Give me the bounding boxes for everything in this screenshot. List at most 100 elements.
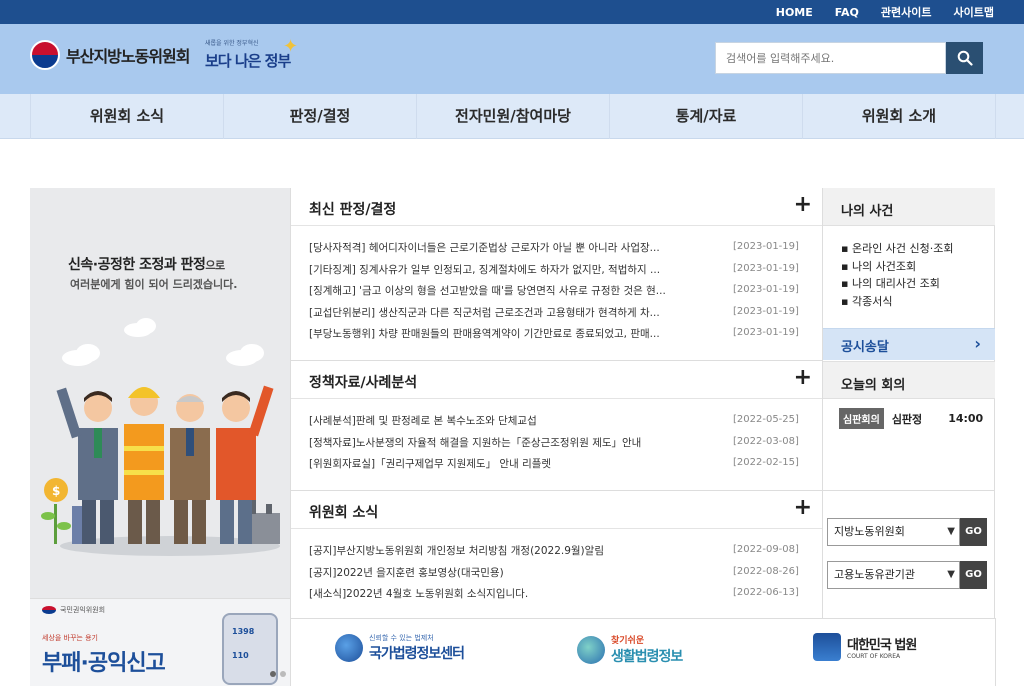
panel-header: 정책자료/사례분석 + <box>291 361 822 399</box>
search-icon <box>957 50 973 66</box>
nav-about[interactable]: 위원회 소개 <box>802 94 996 139</box>
related-agency-select[interactable]: 고용노동유관기관 ▼ <box>827 561 960 589</box>
partner-name: 생활법령정보 <box>611 649 683 665</box>
list-item[interactable]: [징계해고] '금고 이상의 형을 선고받았을 때'를 당연면직 사유로 규정한… <box>309 281 799 303</box>
main-visual-banner: 신속·공정한 조정과 판정으로 여러분에게 힘이 되어 드리겠습니다. $ <box>30 188 290 598</box>
nav-statistics[interactable]: 통계/자료 <box>609 94 802 139</box>
today-meeting-header: 오늘의 회의 <box>823 361 995 399</box>
site-logo[interactable]: 부산지방노동위원회 <box>30 40 190 70</box>
my-case-link-lookup[interactable]: ▪ 나의 사건조회 <box>841 258 954 276</box>
org-name: 부산지방노동위원회 <box>66 47 190 66</box>
item-title[interactable]: [공지]2022년 을지훈련 홍보영상(대국민용) <box>309 565 699 580</box>
search-button[interactable] <box>946 42 983 74</box>
gov-slogan-logo: 새롭을 위한 정부혁신 보다 나은 정부 ✦ <box>205 36 300 80</box>
more-plus-icon[interactable]: + <box>794 194 812 216</box>
list-item[interactable]: [부당노동행위] 차량 판매원들의 판매용역계약이 기간만료로 종료되었고, 판… <box>309 324 799 346</box>
list-item[interactable]: [교섭단위분리] 생산직군과 다른 직군처럼 근로조건과 고용형태가 현격하게 … <box>309 303 799 325</box>
go-button[interactable]: GO <box>960 561 987 589</box>
item-title[interactable]: [공지]부산지방노동위원회 개인정보 처리방침 개정(2022.9월)알림 <box>309 543 699 558</box>
sparkle-icon: ✦ <box>283 36 299 57</box>
select-value: 고용노동유관기관 <box>834 568 915 581</box>
chevron-down-icon: ▼ <box>947 569 955 580</box>
meeting-time: 14:00 <box>948 412 984 425</box>
item-title[interactable]: [정책자료]노사분쟁의 자율적 해결을 지원하는「준상근조정위원 제도」안내 <box>309 435 699 450</box>
item-date: [2023-01-19] <box>733 262 799 274</box>
phone-number-2: 110 <box>232 651 249 660</box>
my-case-link-agent[interactable]: ▪ 나의 대리사건 조회 <box>841 275 954 293</box>
divider <box>823 490 995 491</box>
more-plus-icon[interactable]: + <box>794 367 812 389</box>
related-select-row: 고용노동유관기관 ▼ GO <box>827 561 987 589</box>
list-item[interactable]: [위원회자료실]「권리구제업무 지원제도」 안내 리플렛 [2022-02-15] <box>309 454 799 476</box>
sitemap-link[interactable]: 사이트맵 <box>954 4 994 20</box>
slide-dot-active[interactable] <box>270 671 276 677</box>
policy-materials-panel: 정책자료/사례분석 + [사례분석]판례 및 판정례로 본 복수노조와 단체교섭… <box>290 360 822 490</box>
labor-commission-select[interactable]: 지방노동위원회 ▼ <box>827 518 960 546</box>
news-list: [당사자적격] 헤어디자이너들은 근로기준법상 근로자가 아닐 뿐 아니라 사업… <box>309 238 799 346</box>
latest-decisions-panel: 최신 판정/결정 + [당사자적격] 헤어디자이너들은 근로기준법상 근로자가 … <box>290 188 822 360</box>
corruption-report-banner[interactable]: 국민권익위원회 세상을 바꾸는 용기 부패·공익신고 1398 110 <box>30 598 290 686</box>
faq-link[interactable]: FAQ <box>835 6 859 19</box>
phone-number-1: 1398 <box>232 627 255 636</box>
site-header: 부산지방노동위원회 새롭을 위한 정부혁신 보다 나은 정부 ✦ <box>0 24 1024 94</box>
workers-illustration: $ <box>41 318 280 556</box>
partner-links: 신뢰할 수 있는 법제처 국가법령정보센터 찾기쉬운 생활법령정보 대한민국 법… <box>290 618 996 686</box>
item-title[interactable]: [당사자적격] 헤어디자이너들은 근로기준법상 근로자가 아닐 뿐 아니라 사업… <box>309 240 699 255</box>
acrc-name: 국민권익위원회 <box>60 606 106 614</box>
partner-law-center[interactable]: 신뢰할 수 있는 법제처 국가법령정보센터 <box>335 633 465 663</box>
meeting-room: 심판정 <box>891 412 923 426</box>
link-label[interactable]: 각종서식 <box>852 295 892 308</box>
partner-name: 국가법령정보센터 <box>369 646 465 662</box>
panel-title: 위원회 소식 <box>309 505 379 521</box>
my-case-link-online[interactable]: ▪ 온라인 사건 신청·조회 <box>841 240 954 258</box>
link-label[interactable]: 온라인 사건 신청·조회 <box>852 242 954 255</box>
nav-decisions[interactable]: 판정/결정 <box>223 94 416 139</box>
item-date: [2022-08-26] <box>733 565 799 577</box>
list-item[interactable]: [공지]2022년 을지훈련 홍보영상(대국민용) [2022-08-26] <box>309 563 799 585</box>
more-plus-icon[interactable]: + <box>794 497 812 519</box>
partner-court[interactable]: 대한민국 법원 COURT OF KOREA <box>813 633 917 661</box>
link-label[interactable]: 나의 대리사건 조회 <box>852 277 940 290</box>
panel-title: 최신 판정/결정 <box>309 202 397 218</box>
right-sidebar: 나의 사건 ▪ 온라인 사건 신청·조회 ▪ 나의 사건조회 ▪ 나의 대리사건… <box>822 188 995 618</box>
item-date: [2022-06-13] <box>733 587 799 598</box>
related-select-row: 지방노동위원회 ▼ GO <box>827 518 987 546</box>
go-button[interactable]: GO <box>960 518 987 546</box>
list-item[interactable]: [새소식]2022년 4월호 노동위원회 소식지입니다. [2022-06-13] <box>309 584 799 606</box>
item-title[interactable]: [새소식]2022년 4월호 노동위원회 소식지입니다. <box>309 586 699 601</box>
home-link[interactable]: HOME <box>776 6 813 19</box>
search-input[interactable] <box>715 42 946 74</box>
related-sites-link[interactable]: 관련사이트 <box>881 4 932 20</box>
item-date: [2023-01-19] <box>733 327 799 338</box>
my-case-header: 나의 사건 <box>823 188 995 226</box>
partner-small: 신뢰할 수 있는 법제처 <box>369 634 434 642</box>
link-label[interactable]: 나의 사건조회 <box>852 260 916 273</box>
item-title[interactable]: [위원회자료실]「권리구제업무 지원제도」 안내 리플렛 <box>309 456 699 471</box>
item-title[interactable]: [징계해고] '금고 이상의 형을 선고받았을 때'를 당연면직 사유로 규정한… <box>309 283 699 298</box>
list-item[interactable]: [공지]부산지방노동위원회 개인정보 처리방침 개정(2022.9월)알림 [20… <box>309 541 799 563</box>
item-title[interactable]: [부당노동행위] 차량 판매원들의 판매용역계약이 기간만료로 종료되었고, 판… <box>309 326 699 341</box>
nav-e-petition[interactable]: 전자민원/참여마당 <box>416 94 609 139</box>
item-title[interactable]: [기타징계] 징계사유가 일부 인정되고, 징계절차에도 하자가 없지만, 적법… <box>309 262 699 277</box>
item-date: [2022-09-08] <box>733 544 799 555</box>
law-center-logo-icon <box>335 634 363 662</box>
partner-small: 찾기쉬운 <box>611 636 645 646</box>
report-title: 부패·공익신고 <box>42 651 166 676</box>
nav-committee-news[interactable]: 위원회 소식 <box>30 94 223 139</box>
partner-easylaw[interactable]: 찾기쉬운 생활법령정보 <box>577 633 683 666</box>
partner-name: 대한민국 법원 <box>847 638 917 653</box>
court-logo-icon <box>813 633 841 661</box>
my-case-link-forms[interactable]: ▪ 각종서식 <box>841 293 954 311</box>
select-value: 지방노동위원회 <box>834 525 905 538</box>
list-item[interactable]: [사례분석]판례 및 판정례로 본 복수노조와 단체교섭 [2022-05-25] <box>309 411 799 433</box>
meeting-badge: 심판회의 <box>839 408 884 429</box>
public-notice-button[interactable]: 공시송달 › <box>823 328 995 360</box>
list-item[interactable]: [당사자적격] 헤어디자이너들은 근로기준법상 근로자가 아닐 뿐 아니라 사업… <box>309 238 799 260</box>
list-item[interactable]: [정책자료]노사분쟁의 자율적 해결을 지원하는「준상근조정위원 제도」안내 [2… <box>309 433 799 455</box>
item-title[interactable]: [교섭단위분리] 생산직군과 다른 직군처럼 근로조건과 고용형태가 현격하게 … <box>309 305 699 320</box>
item-title[interactable]: [사례분석]판례 및 판정례로 본 복수노조와 단체교섭 <box>309 413 699 428</box>
taegeuk-icon <box>30 40 60 70</box>
main-nav: 위원회 소식 판정/결정 전자민원/참여마당 통계/자료 위원회 소개 <box>0 94 1024 139</box>
slide-dot[interactable] <box>280 671 286 677</box>
list-item[interactable]: [기타징계] 징계사유가 일부 인정되고, 징계절차에도 하자가 없지만, 적법… <box>309 260 799 282</box>
